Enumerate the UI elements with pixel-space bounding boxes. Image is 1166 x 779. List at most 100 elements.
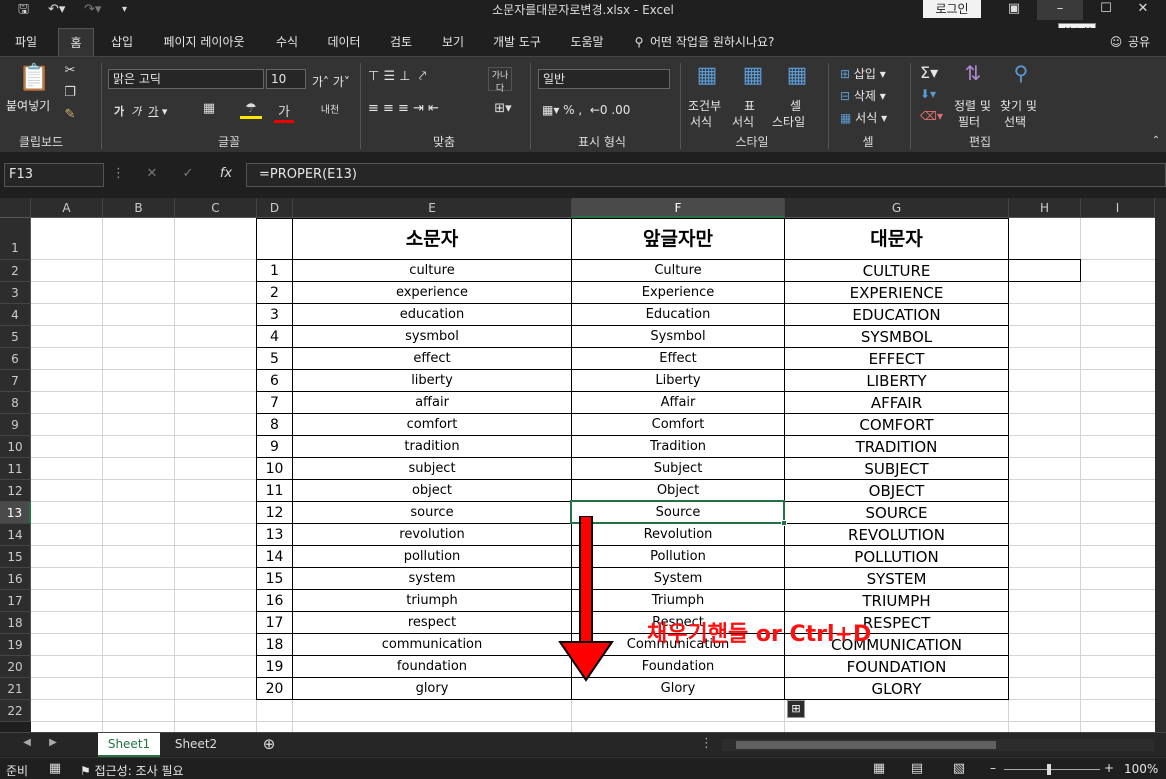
row-header-5[interactable]: 5 [0, 326, 31, 348]
index-cell[interactable]: 4 [257, 326, 292, 348]
autosum-icon[interactable]: Σ▾ [920, 63, 938, 82]
index-cell[interactable]: 13 [257, 524, 292, 546]
lowercase-cell[interactable]: affair [293, 392, 571, 414]
format-cells-button[interactable]: ▦ 서식 ▾ [840, 109, 887, 126]
find-select-icon[interactable]: ⚲ [1006, 61, 1036, 85]
formula-input[interactable]: =PROPER(E13) [246, 163, 1166, 187]
lowercase-cell[interactable]: tradition [293, 436, 571, 458]
wrap-text-icon[interactable]: 가나 다 [488, 67, 512, 94]
uppercase-cell[interactable]: EDUCATION [785, 304, 1008, 326]
lowercase-cell[interactable]: experience [293, 282, 571, 304]
lowercase-cell[interactable]: effect [293, 348, 571, 370]
tab-insert[interactable]: 삽입 [102, 28, 142, 56]
lowercase-cell[interactable]: glory [293, 678, 571, 700]
page-layout-view-icon[interactable]: ▤ [910, 761, 924, 776]
insert-function-icon[interactable]: fx [216, 166, 236, 181]
proper-cell[interactable]: Object [572, 480, 784, 502]
lowercase-cell[interactable]: education [293, 304, 571, 326]
column-header-c[interactable]: C [175, 198, 257, 218]
close-button[interactable]: ✕ [1120, 0, 1166, 20]
index-cell[interactable]: 10 [257, 458, 292, 480]
lowercase-cell[interactable]: comfort [293, 414, 571, 436]
conditional-format-icon[interactable]: ▦ [692, 63, 722, 88]
row-header-3[interactable]: 3 [0, 282, 31, 304]
bold-italic-underline[interactable]: 가 가 가 ▾ [114, 103, 167, 119]
cell-grid[interactable]: 소문자 앞글자만 대문자 1 culture Culture CULTURE 2 experie… [31, 218, 1155, 732]
uppercase-cell[interactable]: SUBJECT [785, 458, 1008, 480]
uppercase-cell[interactable]: CULTURE [785, 260, 1008, 282]
macro-record-icon[interactable]: ▦ [48, 761, 62, 776]
index-cell[interactable]: 1 [257, 260, 292, 282]
vertical-align-icons[interactable]: ⊤ ☰ ⊥ ⤤ [368, 69, 426, 84]
prev-sheet-icon[interactable]: ◀ [22, 737, 32, 748]
row-header-6[interactable]: 6 [0, 348, 31, 370]
format-as-table-icon[interactable]: ▦ [738, 63, 768, 88]
uppercase-cell[interactable]: EFFECT [785, 348, 1008, 370]
lowercase-cell[interactable]: culture [293, 260, 571, 282]
proper-cell[interactable]: Comfort [572, 414, 784, 436]
row-header-22[interactable]: 22 [0, 700, 31, 722]
fill-icon[interactable]: ⬇▾ [920, 87, 936, 101]
tab-home[interactable]: 홈 [58, 28, 94, 56]
uppercase-cell[interactable]: OBJECT [785, 480, 1008, 502]
column-header-e[interactable]: E [293, 198, 572, 218]
index-cell[interactable]: 17 [257, 612, 292, 634]
sort-filter-button-2[interactable]: 필터 [958, 113, 980, 130]
row-header-20[interactable]: 20 [0, 656, 31, 678]
row-header-1[interactable]: 1 [0, 218, 31, 260]
row-header-19[interactable]: 19 [0, 634, 31, 656]
find-select-button-2[interactable]: 선택 [1004, 113, 1026, 130]
index-cell[interactable]: 3 [257, 304, 292, 326]
font-grow-icon[interactable]: 가˄ 가˅ [312, 73, 350, 90]
tab-data[interactable]: 데이터 [318, 28, 370, 56]
tab-review[interactable]: 검토 [380, 28, 422, 56]
lowercase-cell[interactable]: source [293, 502, 571, 524]
row-header-16[interactable]: 16 [0, 568, 31, 590]
row-header-4[interactable]: 4 [0, 304, 31, 326]
lowercase-cell[interactable]: revolution [293, 524, 571, 546]
minimize-button[interactable]: – [1037, 0, 1083, 20]
collapse-ribbon-icon[interactable]: ⌃ [1150, 135, 1162, 146]
vertical-scrollbar[interactable] [1155, 198, 1166, 732]
lowercase-cell[interactable]: system [293, 568, 571, 590]
tab-developer[interactable]: 개발 도구 [484, 28, 550, 56]
sheet-tab-sheet1[interactable]: Sheet1 [98, 733, 160, 757]
tab-page-layout[interactable]: 페이지 레이아웃 [152, 28, 256, 56]
row-header-11[interactable]: 11 [0, 458, 31, 480]
fill-color-icon[interactable]: ☂ [240, 101, 262, 119]
sort-filter-icon[interactable]: ⇅ [958, 61, 988, 85]
uppercase-cell[interactable]: TRIUMPH [785, 590, 1008, 612]
index-cell[interactable]: 19 [257, 656, 292, 678]
tell-me-search[interactable]: 어떤 작업을 원하시나요? [650, 28, 810, 56]
row-header-8[interactable]: 8 [0, 392, 31, 414]
ribbon-display-icon[interactable]: ▣ [991, 0, 1037, 20]
column-header-a[interactable]: A [31, 198, 103, 218]
column-header-i[interactable]: I [1081, 198, 1155, 218]
row-header-17[interactable]: 17 [0, 590, 31, 612]
proper-cell[interactable]: Tradition [572, 436, 784, 458]
index-cell[interactable]: 14 [257, 546, 292, 568]
horizontal-align-icons[interactable]: ≡ ≡ ≡ ⇥ ⇤ [368, 101, 439, 116]
font-size-select[interactable]: 10 [266, 69, 306, 89]
copy-icon[interactable]: ❐ [62, 85, 78, 100]
proper-cell[interactable]: Experience [572, 282, 784, 304]
lowercase-cell[interactable]: object [293, 480, 571, 502]
index-cell[interactable]: 11 [257, 480, 292, 502]
row-header-9[interactable]: 9 [0, 414, 31, 436]
fill-handle[interactable] [781, 520, 787, 526]
conditional-format-button-2[interactable]: 서식 [690, 113, 712, 130]
uppercase-cell[interactable]: COMFORT [785, 414, 1008, 436]
proper-cell[interactable]: Subject [572, 458, 784, 480]
uppercase-cell[interactable]: EXPERIENCE [785, 282, 1008, 304]
format-as-table-button-2[interactable]: 서식 [732, 113, 754, 130]
format-painter-icon[interactable]: ✎ [62, 107, 78, 122]
lowercase-cell[interactable]: subject [293, 458, 571, 480]
proper-cell[interactable]: Culture [572, 260, 784, 282]
lowercase-cell[interactable]: respect [293, 612, 571, 634]
uppercase-cell[interactable]: SYSTEM [785, 568, 1008, 590]
delete-cells-button[interactable]: ⊟ 삭제 ▾ [840, 87, 886, 104]
sort-filter-button[interactable]: 정렬 및 [954, 97, 991, 114]
proper-cell[interactable]: Effect [572, 348, 784, 370]
uppercase-cell[interactable]: POLLUTION [785, 546, 1008, 568]
horizontal-scroll-thumb[interactable] [736, 741, 996, 749]
